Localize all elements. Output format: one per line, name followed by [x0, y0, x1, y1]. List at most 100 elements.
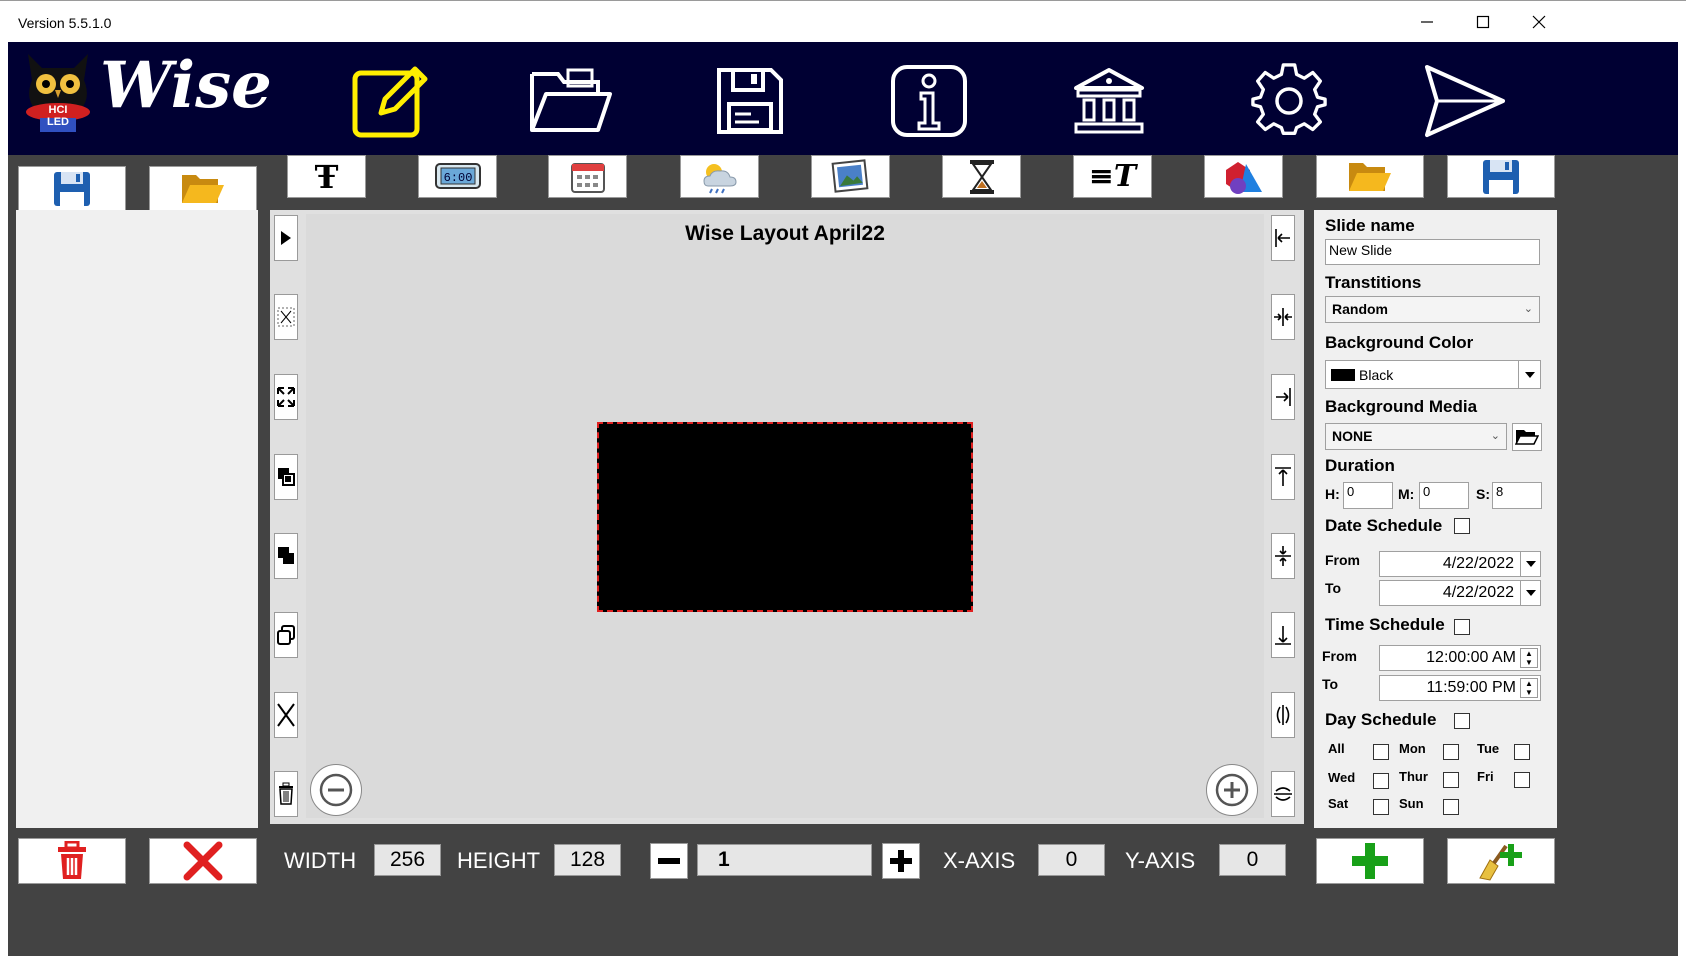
add-slide-button[interactable]: [1316, 838, 1424, 884]
zoom-out-icon: [319, 773, 353, 807]
day-all-label: All: [1328, 741, 1345, 756]
edit-icon[interactable]: [346, 58, 436, 144]
date-from-label: From: [1325, 552, 1360, 568]
background-media-select[interactable]: NONE ⌄: [1325, 423, 1507, 450]
date-from-picker[interactable]: 4/22/2022: [1379, 551, 1541, 577]
slide-name-input[interactable]: New Slide: [1325, 239, 1540, 265]
text-icon: Ŧ: [314, 157, 339, 196]
duplicate-button[interactable]: [274, 612, 298, 658]
time-spinner[interactable]: ▲ ▼: [1520, 648, 1538, 668]
library-icon[interactable]: [1064, 58, 1154, 144]
countdown-tool-button[interactable]: [942, 155, 1021, 198]
clock-tool-button[interactable]: 6:00: [418, 155, 497, 198]
zoom-in-button[interactable]: [1206, 764, 1258, 816]
date-to-picker[interactable]: 4/22/2022: [1379, 580, 1541, 606]
day-fri-checkbox[interactable]: [1514, 772, 1530, 788]
minutes-label: M:: [1398, 486, 1415, 502]
x-axis-input[interactable]: 0: [1038, 844, 1105, 876]
scrolling-text-tool-button[interactable]: ≡T: [1073, 155, 1152, 198]
left-open-button[interactable]: [149, 166, 257, 212]
day-schedule-checkbox[interactable]: [1454, 713, 1470, 729]
hours-input[interactable]: 0: [1343, 482, 1393, 509]
flip-horizontal-button[interactable]: [1271, 692, 1295, 738]
weather-tool-button[interactable]: [680, 155, 759, 198]
fit-screen-button[interactable]: [274, 374, 298, 420]
hours-label: H:: [1325, 486, 1340, 502]
bring-forward-button[interactable]: [274, 454, 298, 500]
right-save-button[interactable]: [1447, 155, 1555, 198]
zoom-in-icon: [1215, 773, 1249, 807]
duration-label: Duration: [1325, 456, 1395, 475]
chevron-down-icon: [1520, 581, 1540, 605]
info-icon[interactable]: [884, 58, 974, 144]
minimize-button[interactable]: [1404, 7, 1450, 37]
background-media-value: NONE: [1332, 428, 1373, 444]
shapes-tool-button[interactable]: [1204, 155, 1283, 198]
send-backward-button[interactable]: [274, 533, 298, 579]
seconds-input[interactable]: 8: [1492, 482, 1542, 509]
shapes-icon: [1225, 161, 1262, 194]
zoom-level-input[interactable]: 1: [697, 844, 872, 876]
zoom-decrease-button[interactable]: [650, 843, 688, 879]
align-left-button[interactable]: [1271, 215, 1295, 261]
open-folder-icon[interactable]: [526, 58, 616, 144]
day-mon-label: Mon: [1399, 741, 1426, 756]
close-window-button[interactable]: [1516, 7, 1562, 37]
day-mon-checkbox[interactable]: [1443, 744, 1459, 760]
svg-text:6:00: 6:00: [443, 171, 472, 185]
height-input[interactable]: 128: [554, 844, 621, 876]
text-tool-button[interactable]: Ŧ: [287, 155, 366, 198]
day-sun-checkbox[interactable]: [1443, 799, 1459, 815]
time-spinner[interactable]: ▲ ▼: [1520, 678, 1538, 698]
time-from-picker[interactable]: 12:00:00 AM ▲ ▼: [1379, 645, 1541, 671]
align-right-button[interactable]: [1271, 374, 1295, 420]
day-thur-checkbox[interactable]: [1443, 772, 1459, 788]
chevron-down-icon: ⌄: [1523, 303, 1533, 315]
left-save-button[interactable]: [18, 166, 126, 212]
color-swatch: [1331, 369, 1355, 381]
width-input[interactable]: 256: [374, 844, 441, 876]
version-label: Version 5.5.1.0: [18, 15, 112, 31]
image-tool-button[interactable]: [811, 155, 890, 198]
save-icon[interactable]: [705, 58, 795, 144]
y-axis-input[interactable]: 0: [1219, 844, 1286, 876]
align-center-horizontal-button[interactable]: [1271, 294, 1295, 340]
owl-logo-icon: HCI LED: [22, 50, 94, 132]
flip-vertical-button[interactable]: [1271, 771, 1295, 817]
right-open-button[interactable]: [1316, 155, 1424, 198]
screen-region[interactable]: [597, 422, 973, 612]
zoom-out-button[interactable]: [310, 764, 362, 816]
day-wed-checkbox[interactable]: [1373, 773, 1389, 789]
chevron-down-icon: ⌄: [1490, 430, 1500, 442]
date-to-label: To: [1325, 580, 1342, 596]
browse-media-button[interactable]: [1512, 423, 1542, 451]
delete-slide-button[interactable]: [18, 838, 126, 884]
day-sat-checkbox[interactable]: [1373, 799, 1389, 815]
time-schedule-checkbox[interactable]: [1454, 619, 1470, 635]
y-axis-label: Y-AXIS: [1125, 848, 1196, 873]
minutes-input[interactable]: 0: [1419, 482, 1469, 509]
chevron-down-icon: [1520, 552, 1540, 576]
play-button[interactable]: [274, 215, 298, 261]
send-icon[interactable]: [1420, 58, 1510, 144]
delete-element-button[interactable]: [274, 692, 298, 738]
trash-element-button[interactable]: [274, 771, 298, 817]
align-top-button[interactable]: [1271, 454, 1295, 500]
clear-slides-button[interactable]: [1447, 838, 1555, 884]
day-tue-checkbox[interactable]: [1514, 744, 1530, 760]
transitions-select[interactable]: Random ⌄: [1325, 296, 1540, 323]
zoom-increase-button[interactable]: [882, 843, 920, 879]
settings-icon[interactable]: [1244, 58, 1334, 144]
close-slide-button[interactable]: [149, 838, 257, 884]
align-middle-vertical-button[interactable]: [1271, 533, 1295, 579]
maximize-button[interactable]: [1460, 7, 1506, 37]
calendar-tool-button[interactable]: [548, 155, 627, 198]
slide-list[interactable]: [16, 210, 258, 828]
date-schedule-checkbox[interactable]: [1454, 518, 1470, 534]
day-wed-label: Wed: [1328, 770, 1356, 785]
time-to-picker[interactable]: 11:59:00 PM ▲ ▼: [1379, 675, 1541, 701]
align-bottom-button[interactable]: [1271, 612, 1295, 658]
day-all-checkbox[interactable]: [1373, 744, 1389, 760]
background-color-select[interactable]: Black: [1325, 360, 1541, 389]
remove-selection-button[interactable]: [274, 294, 298, 340]
